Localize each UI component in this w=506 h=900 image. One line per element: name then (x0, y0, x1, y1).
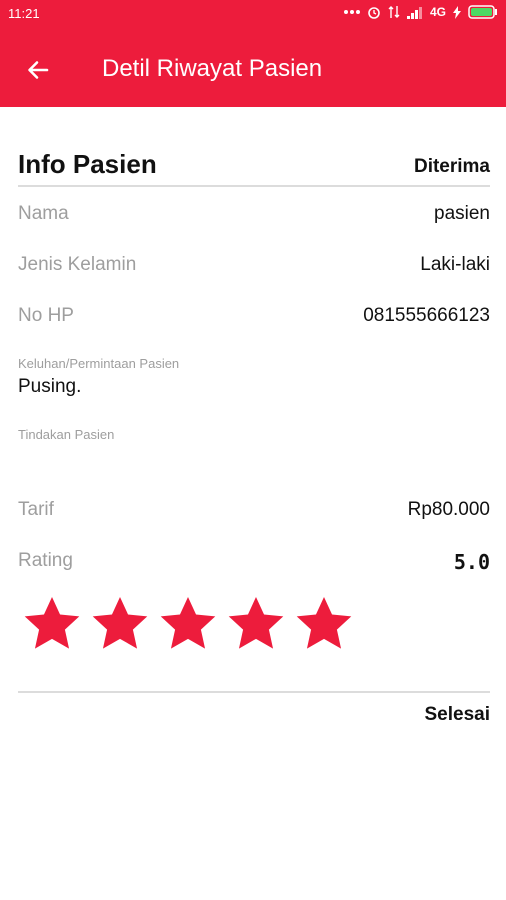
alarm-icon (367, 5, 381, 19)
star-icon (228, 596, 284, 649)
tarif-value: Rp80.000 (407, 499, 490, 520)
action-label: Tindakan Pasien (18, 427, 115, 442)
signal-icon (406, 6, 423, 19)
star-icon (296, 596, 352, 649)
field-value: 081555666123 (363, 305, 490, 326)
star-icon (92, 596, 148, 649)
page-title: Detil Riwayat Pasien (102, 55, 323, 82)
status-icons: 4G (343, 5, 498, 19)
complaint-label: Keluhan/Permintaan Pasien (18, 356, 180, 371)
battery-icon (468, 5, 498, 19)
back-button[interactable] (18, 50, 58, 90)
field-value: pasien (434, 203, 490, 224)
data-transfer-icon (388, 5, 400, 19)
back-arrow-icon (28, 61, 49, 79)
tarif-label: Tarif (18, 499, 54, 520)
field-label: Nama (18, 203, 69, 224)
field-label: Jenis Kelamin (18, 254, 137, 275)
field-value: Laki-laki (420, 254, 490, 275)
footer-divider (18, 691, 490, 693)
rating-stars (22, 595, 354, 651)
toolbar: Detil Riwayat Pasien (0, 40, 506, 100)
status-bar: 11:21 4G (0, 0, 506, 28)
field-label: No HP (18, 305, 74, 326)
section-title: Info Pasien (18, 149, 157, 179)
charging-icon (453, 5, 461, 19)
section-divider (18, 185, 490, 187)
completion-status: Selesai (424, 704, 491, 725)
star-icon (160, 596, 216, 649)
more-dots-icon (343, 9, 360, 15)
complaint-value: Pusing. (18, 376, 82, 397)
status-time: 11:21 (8, 6, 40, 21)
star-icon (24, 596, 80, 649)
rating-value: 5.0 (453, 550, 490, 574)
app-header: 11:21 4G Detil Riwayat Pasien (0, 0, 506, 107)
network-type: 4G (429, 5, 446, 19)
status-badge: Diterima (413, 156, 490, 177)
rating-label: Rating (18, 550, 73, 571)
